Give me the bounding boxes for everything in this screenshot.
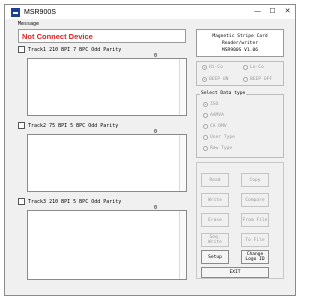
radio-lo-co[interactable]: Lo-Co <box>243 65 264 70</box>
radio-lo-co-indicator[interactable] <box>243 65 248 70</box>
track2-scrollbar[interactable] <box>179 135 186 191</box>
write-button[interactable]: Write <box>201 193 229 207</box>
radio-raw-type-indicator[interactable] <box>203 146 208 151</box>
radio-aamva-indicator[interactable] <box>203 113 208 118</box>
radio-beep-off-label: BEEP OFF <box>250 77 273 82</box>
data-type-legend: Select Data type <box>200 91 247 96</box>
radio-ca-dmv[interactable]: CA DMV <box>203 124 227 129</box>
radio-user-type[interactable]: User Type <box>203 135 235 140</box>
radio-iso[interactable]: ISO <box>203 102 218 107</box>
radio-user-type-label: User Type <box>210 135 235 140</box>
radio-iso-label: ISO <box>210 102 219 107</box>
track2-checkbox-row[interactable]: Track2 75 BPI 5 BPC Odd Parity <box>18 122 118 129</box>
device-info-line2: Reader/writer <box>222 41 258 46</box>
radio-raw-type-label: Raw Type <box>210 146 233 151</box>
radio-beep-off-indicator[interactable] <box>243 77 248 82</box>
track1-checkbox[interactable] <box>18 46 25 53</box>
radio-ca-dmv-indicator[interactable] <box>203 124 208 129</box>
to-file-button[interactable]: To File <box>241 233 269 247</box>
main-window: MSR900S — ☐ ✕ Message Not Connect Device… <box>4 4 296 296</box>
track1-scrollbar[interactable] <box>179 59 186 115</box>
coercivity-beep-group: Hi-Co Lo-Co BEEP ON BEEP OFF <box>196 61 284 86</box>
track1-checkbox-row[interactable]: Track1 210 BPI 7 BPC Odd Parity <box>18 46 121 53</box>
radio-lo-co-label: Lo-Co <box>250 65 264 70</box>
window-controls: — ☐ ✕ <box>253 7 292 15</box>
title-bar[interactable]: MSR900S — ☐ ✕ <box>5 5 295 19</box>
radio-beep-on[interactable]: BEEP ON <box>202 77 228 82</box>
radio-raw-type[interactable]: Raw Type <box>203 146 232 151</box>
track3-label: Track3 210 BPI 5 BPC Odd Parity <box>28 198 122 205</box>
track2-checkbox[interactable] <box>18 122 25 129</box>
track3-checkbox-row[interactable]: Track3 210 BPI 5 BPC Odd Parity <box>18 198 121 205</box>
read-button[interactable]: Read <box>201 173 229 187</box>
connection-status-text: Not Connect Device <box>22 32 93 41</box>
radio-user-type-indicator[interactable] <box>203 135 208 140</box>
exit-button[interactable]: EXIT <box>201 267 269 278</box>
track3-checkbox[interactable] <box>18 198 25 205</box>
setup-button[interactable]: Setup <box>201 250 229 264</box>
radio-beep-off[interactable]: BEEP OFF <box>243 77 272 82</box>
device-info-line1: Magnetic Stripe Card <box>212 34 268 39</box>
minimize-icon[interactable]: — <box>253 7 262 15</box>
radio-hi-co-indicator[interactable] <box>202 65 207 70</box>
track1-textarea[interactable] <box>27 58 187 116</box>
radio-hi-co[interactable]: Hi-Co <box>202 65 223 70</box>
track3-scrollbar[interactable] <box>179 211 186 279</box>
action-button-panel: Read Copy Write Compare Erase From File … <box>196 162 284 279</box>
data-type-group: Select Data type ISO AAMVA CA DMV User T… <box>196 91 284 158</box>
radio-iso-indicator[interactable] <box>203 102 208 107</box>
device-info-box: Magnetic Stripe Card Reader/writer MSR90… <box>196 29 284 57</box>
copy-button[interactable]: Copy <box>241 173 269 187</box>
radio-aamva-label: AAMVA <box>210 113 224 118</box>
window-title: MSR900S <box>24 8 56 16</box>
track1-label: Track1 210 BPI 7 BPC Odd Parity <box>28 46 122 53</box>
radio-aamva[interactable]: AAMVA <box>203 113 224 118</box>
device-info-version: MSR900S V1.06 <box>222 48 258 53</box>
change-logo-id-button[interactable]: Change Logo ID <box>241 250 269 264</box>
maximize-icon[interactable]: ☐ <box>268 7 277 15</box>
change-logo-id-line2: Logo ID <box>245 257 265 262</box>
radio-beep-on-label: BEEP ON <box>209 77 229 82</box>
close-icon[interactable]: ✕ <box>283 7 292 15</box>
track3-textarea[interactable] <box>27 210 187 280</box>
message-box: Not Connect Device <box>18 29 186 43</box>
track2-label: Track2 75 BPI 5 BPC Odd Parity <box>28 122 119 129</box>
message-label: Message <box>18 21 40 27</box>
radio-beep-on-indicator[interactable] <box>202 77 207 82</box>
seq-write-button[interactable]: Seq. Write <box>201 233 229 247</box>
radio-ca-dmv-label: CA DMV <box>210 124 227 129</box>
radio-hi-co-label: Hi-Co <box>209 65 223 70</box>
track2-textarea[interactable] <box>27 134 187 192</box>
app-logo-icon <box>11 7 20 17</box>
compare-button[interactable]: Compare <box>241 193 269 207</box>
erase-button[interactable]: Erase <box>201 213 229 227</box>
from-file-button[interactable]: From File <box>241 213 269 227</box>
